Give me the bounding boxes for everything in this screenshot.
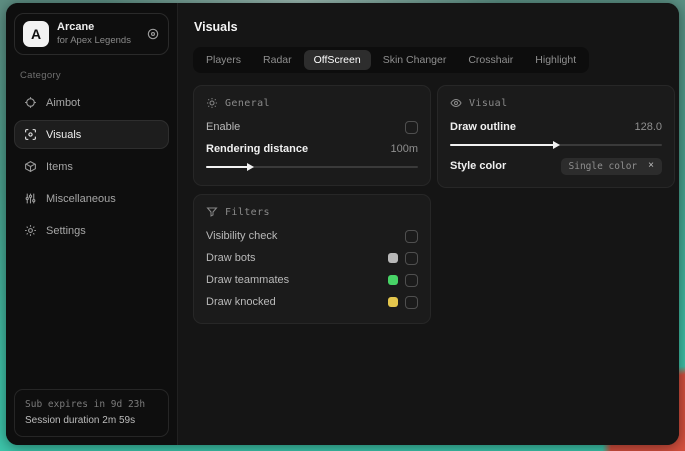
visibility-check-label: Visibility check <box>206 230 278 242</box>
draw-outline-value: 128.0 <box>634 121 662 133</box>
draw-teammates-row: Draw teammates <box>206 269 418 291</box>
app-subtitle: for Apex Legends <box>57 34 131 46</box>
sidebar-item-miscellaneous[interactable]: Miscellaneous <box>14 184 169 213</box>
panel-title: Filters <box>225 206 270 218</box>
tab-highlight[interactable]: Highlight <box>525 50 586 70</box>
tab-players[interactable]: Players <box>196 50 251 70</box>
draw-outline-slider[interactable] <box>450 139 662 151</box>
sidebar-item-items[interactable]: Items <box>14 152 169 181</box>
draw-teammates-checkbox[interactable] <box>405 273 418 287</box>
draw-bots-label: Draw bots <box>206 252 256 264</box>
target-icon[interactable] <box>146 27 160 41</box>
enable-label: Enable <box>206 121 241 133</box>
style-color-select[interactable]: Single color × <box>560 157 662 175</box>
session-duration-text: Session duration 2m 59s <box>25 414 136 426</box>
page-title: Visuals <box>194 20 238 34</box>
rendering-distance-value: 100m <box>390 143 418 155</box>
brand-text: Arcane for Apex Legends <box>57 21 131 47</box>
sidebar-item-visuals[interactable]: Visuals <box>14 120 169 149</box>
draw-bots-row: Draw bots <box>206 247 418 269</box>
draw-teammates-color-swatch[interactable] <box>388 275 398 285</box>
sidebar-item-settings[interactable]: Settings <box>14 216 169 245</box>
sub-expiry-text: Sub expires in 9d 23h <box>25 398 146 410</box>
sidebar-item-label: Aimbot <box>46 96 81 109</box>
app-name: Arcane <box>57 21 95 34</box>
gear-icon <box>24 224 37 237</box>
draw-bots-checkbox[interactable] <box>405 251 418 265</box>
tab-bar: Players Radar OffScreen Skin Changer Cro… <box>193 47 590 73</box>
panel-title: General <box>225 97 270 109</box>
draw-knocked-label: Draw knocked <box>206 296 276 308</box>
filters-panel: Filters Visibility check Draw bots Draw … <box>193 194 431 324</box>
visual-panel: Visual Draw outline 128.0 Style color Si… <box>437 85 675 188</box>
tab-offscreen[interactable]: OffScreen <box>303 50 371 70</box>
enable-row: Enable <box>206 116 418 138</box>
rendering-distance-slider[interactable] <box>206 161 418 173</box>
panel-title: Visual <box>469 97 508 109</box>
enable-checkbox[interactable] <box>405 120 418 134</box>
sidebar-item-label: Visuals <box>46 128 82 141</box>
draw-knocked-color-swatch[interactable] <box>388 297 398 307</box>
subscription-info: Sub expires in 9d 23h Session duration 2… <box>14 388 169 437</box>
sidebar-item-label: Items <box>46 160 73 173</box>
draw-teammates-label: Draw teammates <box>206 274 290 286</box>
style-color-label: Style color <box>450 160 507 172</box>
sliders-icon <box>24 192 37 205</box>
app-logo: A <box>23 21 49 47</box>
scan-eye-icon <box>24 128 37 141</box>
sidebar-item-aimbot[interactable]: Aimbot <box>14 88 169 117</box>
visibility-check-checkbox[interactable] <box>405 229 418 243</box>
draw-knocked-row: Draw knocked <box>206 291 418 313</box>
sidebar: A Arcane for Apex Legends Category Aimbo… <box>6 3 178 445</box>
tab-radar[interactable]: Radar <box>253 50 302 70</box>
category-label: Category <box>20 70 61 81</box>
draw-outline-row: Draw outline 128.0 <box>450 116 662 138</box>
sidebar-item-label: Settings <box>46 224 86 237</box>
main-area: Visuals Players Radar OffScreen Skin Cha… <box>178 3 679 445</box>
funnel-icon <box>206 206 218 218</box>
slider-fill <box>450 141 560 149</box>
brand-card: A Arcane for Apex Legends <box>14 13 169 55</box>
crosshair-icon <box>24 96 37 109</box>
close-icon[interactable]: × <box>648 161 654 171</box>
general-panel: General Enable Rendering distance 100m <box>193 85 431 186</box>
slider-fill <box>206 163 255 171</box>
eye-icon <box>450 97 462 109</box>
draw-outline-label: Draw outline <box>450 121 517 133</box>
app-window: A Arcane for Apex Legends Category Aimbo… <box>6 3 679 445</box>
rendering-distance-row: Rendering distance 100m <box>206 138 418 160</box>
tab-crosshair[interactable]: Crosshair <box>458 50 523 70</box>
tab-skin-changer[interactable]: Skin Changer <box>373 50 457 70</box>
style-color-row: Style color Single color × <box>450 155 662 177</box>
visibility-check-row: Visibility check <box>206 225 418 247</box>
sidebar-item-label: Miscellaneous <box>46 192 116 205</box>
draw-bots-color-swatch[interactable] <box>388 253 398 263</box>
sun-icon <box>206 97 218 109</box>
rendering-distance-label: Rendering distance <box>206 143 309 155</box>
box-icon <box>24 160 37 173</box>
style-color-selected-option: Single color <box>568 160 638 172</box>
draw-knocked-checkbox[interactable] <box>405 295 418 309</box>
